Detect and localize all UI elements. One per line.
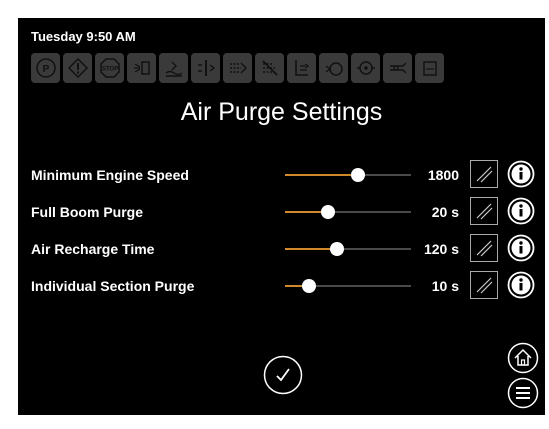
edit-icon xyxy=(476,240,493,257)
info-icon xyxy=(507,197,535,225)
setting-slider[interactable] xyxy=(285,279,411,293)
setting-label: Air Recharge Time xyxy=(31,241,155,257)
spray-nozzle-icon[interactable] xyxy=(127,53,156,83)
slider-handle[interactable] xyxy=(329,242,344,256)
agitation-icon[interactable] xyxy=(383,53,412,83)
setting-value: 120 s xyxy=(423,241,459,257)
slider-handle[interactable] xyxy=(351,168,366,182)
svg-text:P: P xyxy=(42,64,49,75)
checkmark-icon xyxy=(263,355,303,395)
info-icon xyxy=(507,160,535,188)
slider-handle[interactable] xyxy=(301,279,316,293)
setting-label: Minimum Engine Speed xyxy=(31,167,189,183)
display-screen: Tuesday 9:50 AM P STOP Air Purge Setting… xyxy=(18,18,545,415)
slider-fill xyxy=(285,174,359,176)
setting-slider[interactable] xyxy=(285,205,411,219)
svg-text:STOP: STOP xyxy=(101,67,117,73)
page-title: Air Purge Settings xyxy=(180,98,383,126)
edit-button[interactable] xyxy=(470,271,498,299)
info-button[interactable] xyxy=(507,234,535,262)
stop-icon[interactable]: STOP xyxy=(95,53,124,83)
rinse-icon[interactable] xyxy=(415,53,444,83)
tank-level-icon[interactable] xyxy=(287,53,316,83)
section-control-icon[interactable] xyxy=(191,53,220,83)
setting-row-individual-section-purge: Individual Section Purge 10 s xyxy=(31,271,549,300)
slider-fill xyxy=(285,248,337,250)
edit-icon xyxy=(476,166,493,183)
home-icon xyxy=(507,342,539,374)
setting-row-min-engine-speed: Minimum Engine Speed 1800 xyxy=(31,160,549,189)
setting-label: Full Boom Purge xyxy=(31,204,143,220)
info-icon xyxy=(507,271,535,299)
flow-meter-icon[interactable] xyxy=(351,53,380,83)
info-icon xyxy=(507,234,535,262)
status-icon-bar: P STOP xyxy=(31,53,542,83)
setting-row-air-recharge-time: Air Recharge Time 120 s xyxy=(31,234,549,263)
edit-icon xyxy=(476,277,493,294)
warning-icon[interactable] xyxy=(63,53,92,83)
info-button[interactable] xyxy=(507,197,535,225)
info-button[interactable] xyxy=(507,271,535,299)
edit-icon xyxy=(476,203,493,220)
slider-handle[interactable] xyxy=(320,205,335,219)
setting-row-full-boom-purge: Full Boom Purge 20 s xyxy=(31,197,549,226)
setting-slider[interactable] xyxy=(285,242,411,256)
pump-icon[interactable] xyxy=(319,53,348,83)
setting-label: Individual Section Purge xyxy=(31,278,195,294)
setting-value: 10 s xyxy=(431,278,459,294)
info-button[interactable] xyxy=(507,160,535,188)
boom-level-icon[interactable] xyxy=(159,53,188,83)
hamburger-menu-icon xyxy=(507,377,539,409)
setting-value: 1800 xyxy=(427,167,459,183)
disabled-flow-icon[interactable] xyxy=(255,53,284,83)
setting-value: 20 s xyxy=(431,204,459,220)
setting-slider[interactable] xyxy=(285,168,411,182)
edit-button[interactable] xyxy=(470,197,498,225)
edit-button[interactable] xyxy=(470,160,498,188)
boom-flow-icon[interactable] xyxy=(223,53,252,83)
edit-button[interactable] xyxy=(470,234,498,262)
home-button[interactable] xyxy=(507,342,539,374)
confirm-button[interactable] xyxy=(263,355,303,395)
date-time: Tuesday 9:50 AM xyxy=(31,29,136,44)
menu-button[interactable] xyxy=(507,377,539,409)
parking-brake-icon[interactable]: P xyxy=(31,53,60,83)
